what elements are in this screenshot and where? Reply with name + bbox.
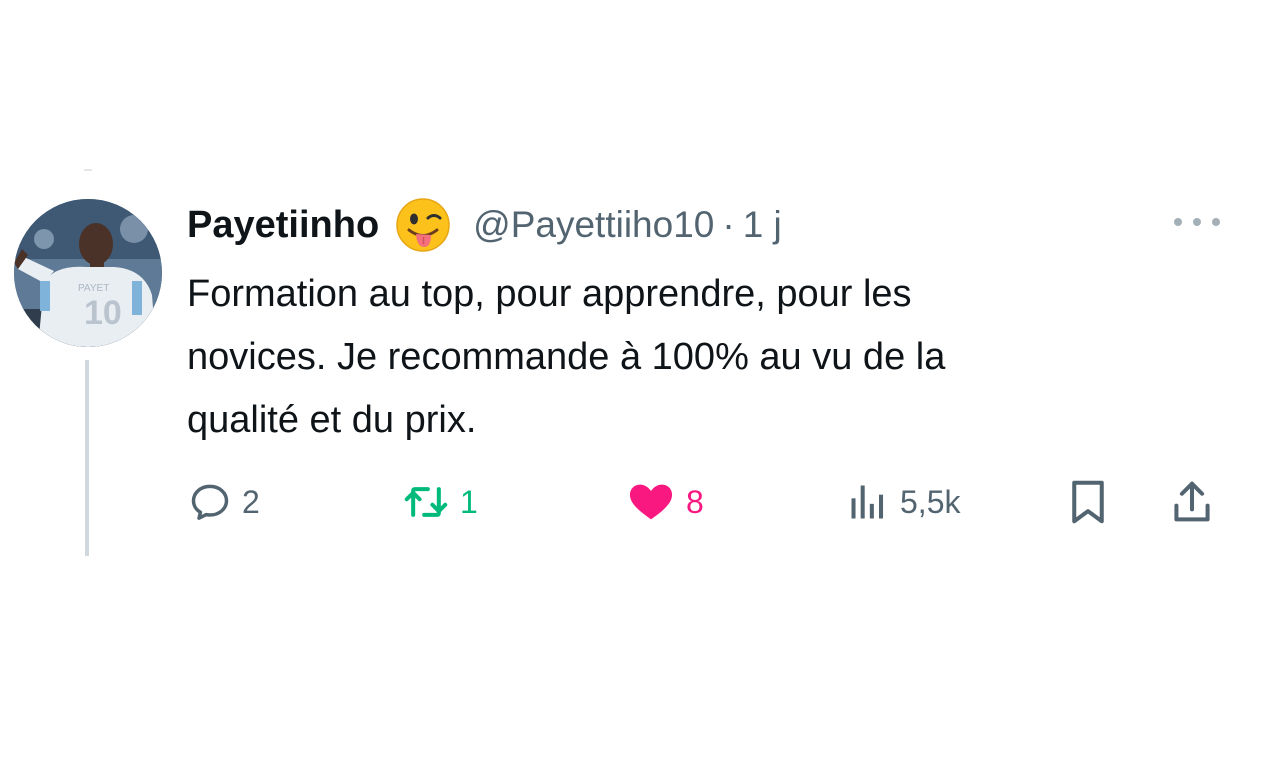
share-button[interactable] (1170, 476, 1214, 528)
reply-icon (191, 484, 229, 520)
avatar[interactable]: 10 PAYET (14, 199, 162, 347)
winking-face-with-tongue-icon (395, 197, 451, 253)
views-count: 5,5k (900, 483, 961, 520)
tweet-text-line: Formation au top, pour apprendre, pour l… (187, 273, 912, 315)
more-dot (1212, 218, 1220, 226)
author-name[interactable]: Payetiinho (187, 204, 379, 247)
tweet-card: 10 PAYET Payetiinho @Payettiiho10 · 1 j … (0, 0, 1278, 760)
heart-icon (629, 484, 673, 520)
svg-text:10: 10 (84, 294, 122, 332)
like-count: 8 (686, 483, 704, 520)
more-icon[interactable] (1174, 212, 1220, 232)
more-dot (1174, 218, 1182, 226)
tweet-text-line: qualité et du prix. (187, 399, 477, 441)
like-button[interactable]: 8 (626, 476, 704, 528)
reply-count: 2 (242, 483, 260, 520)
bookmark-icon (1072, 480, 1104, 524)
tweet-text: Formation au top, pour apprendre, pour l… (187, 263, 1227, 452)
reply-button[interactable]: 2 (188, 476, 260, 528)
divider-tick (84, 169, 92, 171)
svg-text:PAYET: PAYET (78, 283, 109, 294)
separator-dot: · (722, 204, 735, 245)
tweet-text-line: novices. Je recommande à 100% au vu de l… (187, 336, 946, 378)
tweet-header: Payetiinho @Payettiiho10 · 1 j (187, 196, 782, 254)
more-dot (1193, 218, 1201, 226)
share-icon (1174, 481, 1210, 522)
tweet-time[interactable]: 1 j (743, 204, 782, 246)
views-button[interactable]: 5,5k (846, 476, 960, 528)
views-icon (851, 485, 884, 519)
retweet-button[interactable]: 1 (402, 476, 478, 528)
bookmark-button[interactable] (1066, 476, 1110, 528)
retweet-icon (404, 487, 448, 517)
author-handle[interactable]: @Payettiiho10 (473, 204, 714, 246)
avatar-photo: 10 PAYET (14, 199, 162, 347)
thread-line (85, 360, 89, 556)
retweet-count: 1 (460, 483, 478, 520)
